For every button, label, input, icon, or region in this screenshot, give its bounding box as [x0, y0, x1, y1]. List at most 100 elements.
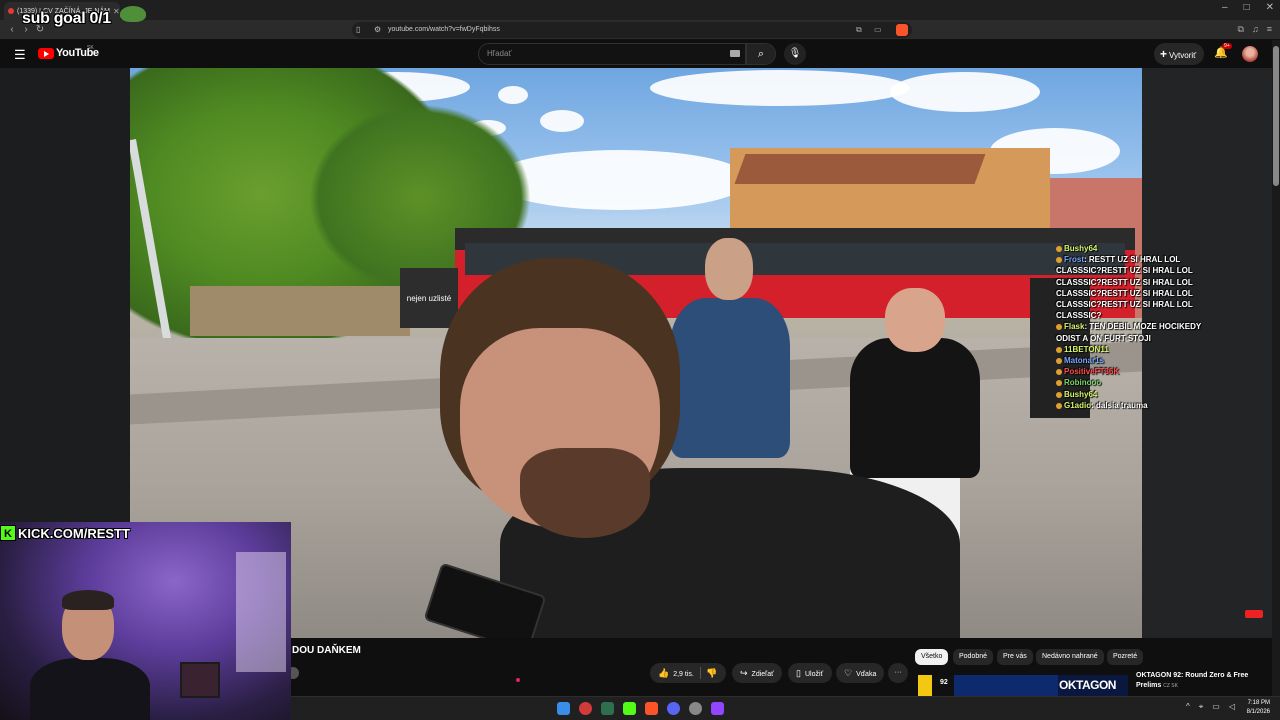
more-actions-button[interactable]: ···	[888, 663, 908, 683]
close-tab-icon[interactable]: ✕	[113, 7, 120, 16]
like-divider	[700, 667, 701, 679]
save-button[interactable]: ▯ Uložiť	[788, 663, 832, 683]
maps-pin-icon[interactable]	[579, 702, 592, 715]
chat-message: Flask: TEN DEBIL MOZE HOCIKEDY ODIST A O…	[1056, 322, 1202, 343]
person-head	[885, 288, 945, 352]
search-button[interactable]: ⌕	[746, 43, 776, 65]
live-badge	[1245, 610, 1263, 618]
media-icon[interactable]: ♫	[1252, 24, 1259, 35]
kick-handle-text: KICK.COM/RESTT	[18, 525, 130, 541]
streamer-webcam	[0, 522, 291, 720]
bookmark-icon[interactable]: ▯	[356, 22, 360, 38]
cloud	[890, 72, 1040, 112]
youtube-logo-icon[interactable]	[38, 48, 54, 59]
frog-emote-icon	[120, 6, 146, 22]
url-text: youtube.com/watch?v=fwDyFqbihss	[388, 26, 500, 33]
recommendation-title-text: OKTAGON 92: Round Zero & Free Prelims	[1136, 672, 1249, 689]
search-input[interactable]: Hľadať	[478, 43, 746, 65]
chat-badge-icon	[1056, 324, 1062, 331]
twitch-icon[interactable]	[711, 702, 724, 715]
tray-chevron-icon[interactable]: ^	[1186, 702, 1190, 712]
excel-icon[interactable]	[601, 702, 614, 715]
chat-text: RESTT UZ SI HRAL LOL	[1088, 255, 1181, 265]
url-field[interactable]: ▯ ⚙ youtube.com/watch?v=fwDyFqbihss ⧉ ▭	[352, 22, 912, 38]
chat-badge-icon	[1056, 380, 1062, 387]
brave-icon[interactable]	[645, 702, 658, 715]
chat-username: PositiveFT36K	[1064, 367, 1120, 377]
chip-watched[interactable]: Pozreté	[1107, 649, 1144, 665]
minimize-button[interactable]: –	[1222, 2, 1228, 13]
recording-icon	[8, 8, 14, 14]
recommendation-title[interactable]: OKTAGON 92: Round Zero & Free Prelims CZ…	[1136, 671, 1256, 691]
browser-menu-icon[interactable]: ≡	[1267, 24, 1272, 35]
chat-username: Flask	[1064, 322, 1085, 332]
chat-message: PositiveFT36K	[1056, 366, 1226, 377]
building-roof	[734, 154, 986, 184]
thanks-button[interactable]: ♡ Vďaka	[836, 663, 884, 683]
chat-username: 11BETON11	[1064, 344, 1109, 354]
maximize-button[interactable]: □	[1244, 2, 1250, 13]
create-button[interactable]: + Vytvoriť	[1154, 43, 1204, 65]
chat-badge-icon	[1056, 402, 1062, 409]
page-scrollbar[interactable]	[1272, 40, 1280, 696]
chat-username: Robinooo	[1064, 378, 1102, 388]
like-button[interactable]: 👍 2,9 tis. 👎	[650, 663, 726, 683]
window-controls: – □ ✕	[1222, 2, 1274, 13]
market-stalls	[190, 286, 410, 336]
keyboard-icon[interactable]	[730, 50, 740, 57]
user-avatar[interactable]	[1242, 46, 1258, 62]
chip-recently-uploaded[interactable]: Nedávno nahrané	[1036, 649, 1104, 665]
cursor-dot	[516, 678, 520, 682]
thumbnail-number: 92	[940, 679, 948, 686]
discord-icon[interactable]	[667, 702, 680, 715]
chip-related[interactable]: Podobné	[953, 649, 994, 665]
notifications-badge: 9+	[1222, 43, 1232, 49]
location-icon[interactable]: ⌖	[1199, 702, 1204, 712]
chat-message: CLASSSIC?RESTT UZ SI HRAL LOL	[1056, 277, 1226, 288]
chat-text: CLASSSIC?RESTT UZ SI HRAL LOL	[1056, 277, 1193, 287]
chat-message: 11BETON11	[1056, 344, 1226, 355]
site-info-icon[interactable]: ⚙	[374, 22, 381, 38]
recommendation-badge: CZ SK	[1163, 683, 1178, 689]
translate-icon[interactable]: ⧉	[856, 22, 862, 38]
shelf-object	[180, 662, 220, 698]
chat-message: CLASSSIC?	[1056, 310, 1226, 321]
chat-badge-icon	[1056, 357, 1062, 364]
foreground-man-beard	[520, 448, 650, 538]
share-button[interactable]: ↪ Zdieľať	[732, 663, 782, 683]
chip-for-you[interactable]: Pre vás	[997, 649, 1033, 665]
scrollbar-thumb[interactable]	[1273, 46, 1279, 186]
hamburger-menu-icon[interactable]: ☰	[14, 47, 26, 63]
back-icon[interactable]: ‹	[6, 24, 18, 36]
heart-dollar-icon: ♡	[844, 668, 853, 678]
streamer-body	[30, 658, 150, 720]
plus-icon: +	[1160, 47, 1168, 61]
background-light	[236, 552, 286, 672]
start-icon[interactable]	[557, 702, 570, 715]
cast-icon[interactable]: ▭	[874, 22, 882, 38]
clock[interactable]: 7:18 PM 8/1/2026	[1240, 699, 1270, 717]
close-window-button[interactable]: ✕	[1266, 2, 1274, 13]
address-bar-row: ‹ › ↻ ▯ ⚙ youtube.com/watch?v=fwDyFqbihs…	[0, 20, 1280, 40]
extensions-icon[interactable]: ⧉	[1238, 24, 1244, 35]
chat-username: G1adio	[1064, 400, 1092, 410]
recommendation-thumbnail[interactable]: 92 OKTAGON	[918, 675, 1128, 696]
steam-icon[interactable]	[689, 702, 702, 715]
chat-text: CLASSSIC?RESTT UZ SI HRAL LOL	[1056, 266, 1193, 276]
speaker-icon[interactable]: ◁	[1229, 702, 1235, 712]
create-label: Vytvoriť	[1169, 51, 1197, 60]
thumbs-down-icon[interactable]: 👎	[706, 663, 717, 683]
thanks-label: Vďaka	[856, 671, 877, 678]
person-head	[705, 238, 753, 300]
clock-date: 8/1/2026	[1246, 709, 1270, 715]
chat-badge-icon	[1056, 257, 1062, 264]
kiosk-sign: nejen uzlisté	[400, 268, 458, 328]
microphone-icon[interactable]: 🎙	[784, 43, 806, 65]
share-label: Zdieľať	[751, 671, 774, 678]
chat-message: CLASSSIC?RESTT UZ SI HRAL LOL	[1056, 288, 1226, 299]
chip-all[interactable]: Všetko	[915, 649, 949, 665]
network-icon[interactable]: ▭	[1212, 702, 1220, 712]
kick-app-icon[interactable]	[623, 702, 636, 715]
brave-shield-icon[interactable]	[896, 24, 908, 36]
region-code: SK	[87, 45, 94, 51]
